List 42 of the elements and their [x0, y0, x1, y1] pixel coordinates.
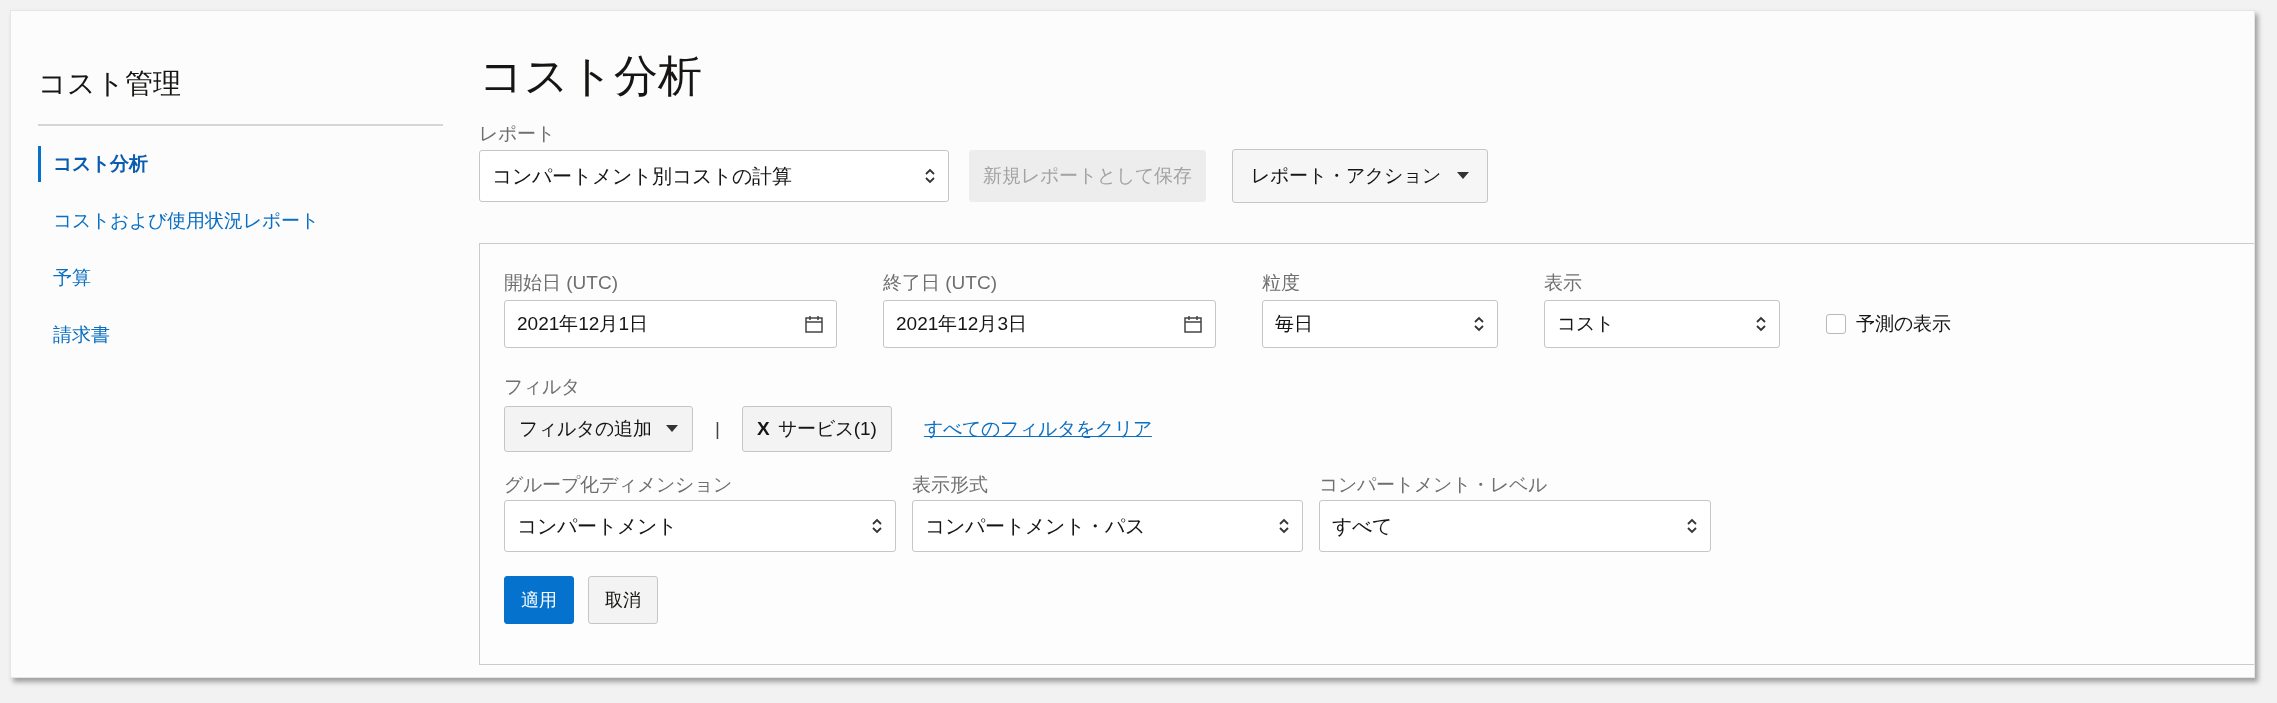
- caret-icon: [1457, 172, 1469, 180]
- up-down-chevron-icon: [871, 516, 883, 536]
- report-actions-button[interactable]: レポート・アクション: [1232, 149, 1488, 203]
- caret-icon: [666, 425, 678, 433]
- select-field[interactable]: すべて: [1319, 500, 1711, 552]
- calendar-icon: [1183, 314, 1203, 334]
- sidebar-item[interactable]: コストおよび使用状況レポート: [38, 203, 443, 239]
- up-down-chevron-icon: [1755, 314, 1767, 334]
- clear-all-filters-link[interactable]: すべてのフィルタをクリア: [923, 414, 1152, 444]
- field-label: 表示: [1544, 271, 1583, 295]
- calendar-icon: [804, 314, 824, 334]
- date-field[interactable]: 2021年12月1日: [504, 300, 837, 348]
- select-field[interactable]: 毎日: [1262, 300, 1498, 348]
- select-field[interactable]: コンパートメント: [504, 500, 896, 552]
- select-field[interactable]: コンパートメント・パス: [912, 500, 1303, 552]
- field-label: 終了日 (UTC): [883, 271, 998, 295]
- sidebar-item[interactable]: 請求書: [38, 317, 443, 353]
- up-down-chevron-icon: [1686, 516, 1698, 536]
- field-label: レポート: [479, 122, 556, 146]
- add-filter-button[interactable]: フィルタの追加: [504, 406, 693, 452]
- cancel-button[interactable]: 取消: [588, 576, 658, 624]
- field-label: フィルタ: [504, 375, 581, 399]
- checkbox[interactable]: [1826, 314, 1846, 334]
- sidebar-item[interactable]: コスト分析: [38, 146, 443, 182]
- up-down-chevron-icon: [1278, 516, 1290, 536]
- field-label: 表示形式: [912, 473, 989, 497]
- field-label: グループ化ディメンション: [504, 473, 733, 497]
- sidebar-item[interactable]: 予算: [38, 260, 443, 296]
- report-select[interactable]: コンパートメント別コストの計算: [479, 150, 949, 202]
- filter-chip[interactable]: X サービス(1): [741, 406, 892, 452]
- up-down-chevron-icon: [924, 166, 936, 186]
- checkbox-label: 予測の表示: [1856, 311, 1951, 336]
- field-label: 粒度: [1262, 271, 1301, 295]
- apply-button[interactable]: 適用: [504, 576, 574, 624]
- date-field[interactable]: 2021年12月3日: [883, 300, 1216, 348]
- page-title: コスト分析: [479, 50, 703, 102]
- up-down-chevron-icon: [1473, 314, 1485, 334]
- field-label: 開始日 (UTC): [504, 271, 619, 295]
- sidebar-title: コスト管理: [38, 66, 443, 126]
- select-field[interactable]: コスト: [1544, 300, 1780, 348]
- field-label: コンパートメント・レベル: [1319, 473, 1548, 497]
- separator: |: [714, 416, 721, 441]
